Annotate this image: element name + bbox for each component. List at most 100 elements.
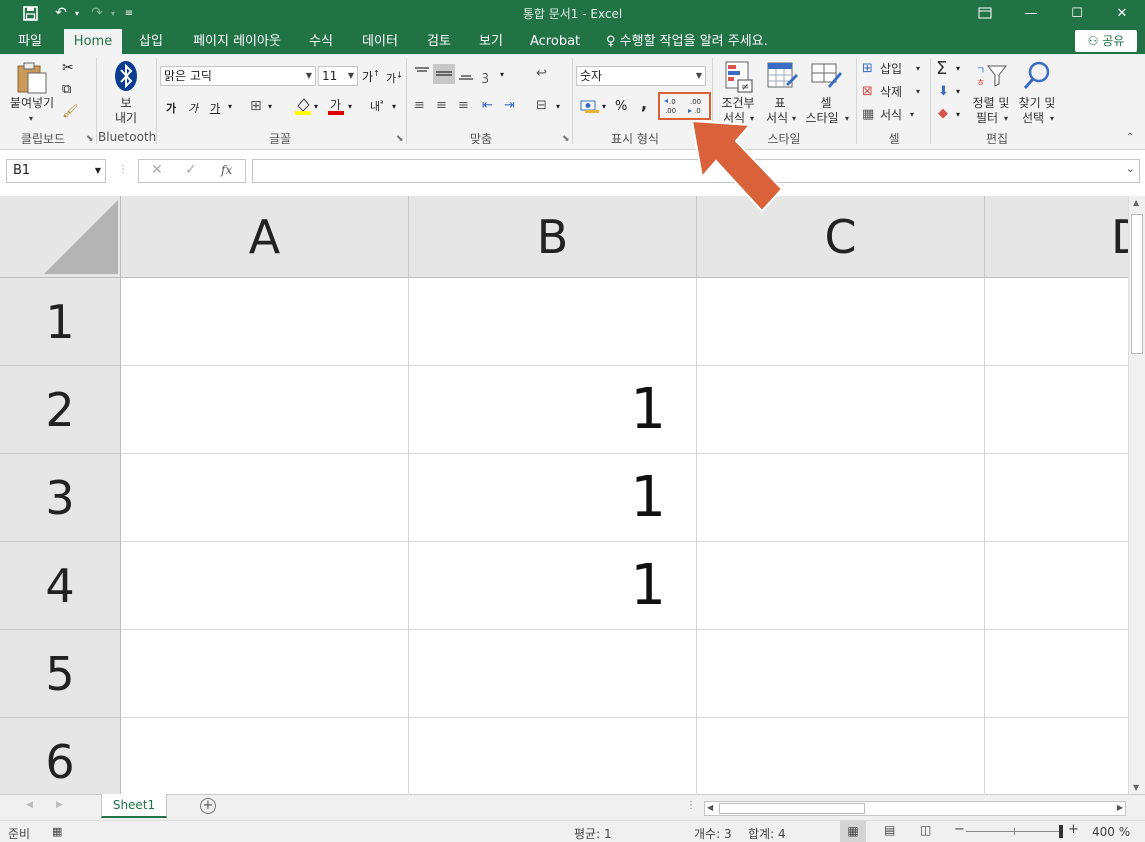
horizontal-scroll-thumb[interactable]	[719, 803, 865, 814]
format-as-table-icon[interactable]	[766, 60, 798, 95]
orientation-dropdown-icon[interactable]: ▾	[500, 70, 504, 79]
middle-align-icon[interactable]	[433, 64, 455, 84]
font-size-select[interactable]: 11 ▼	[318, 66, 358, 86]
find-select-icon[interactable]	[1022, 60, 1052, 95]
tab-data[interactable]: 데이터	[352, 29, 408, 54]
cell-C3[interactable]	[697, 454, 985, 542]
chevron-down-icon[interactable]: ▾	[908, 108, 916, 122]
cell-D3[interactable]	[985, 454, 1128, 542]
page-layout-view-icon[interactable]: ▤	[884, 823, 895, 837]
cut-icon[interactable]: ✂	[62, 60, 74, 76]
chevron-down-icon[interactable]: ▾	[1002, 112, 1010, 126]
add-sheet-icon[interactable]: +	[200, 798, 216, 814]
name-box[interactable]: B1 ▼	[6, 159, 106, 183]
zoom-slider-thumb[interactable]	[1059, 825, 1063, 838]
align-left-icon[interactable]: ≡	[414, 98, 425, 113]
cell-styles-line1[interactable]: 셀	[806, 96, 846, 110]
tab-home[interactable]: Home	[64, 29, 122, 54]
cell-C1[interactable]	[697, 278, 985, 366]
cell-C2[interactable]	[697, 366, 985, 454]
delete-cells-icon[interactable]: ⊠	[862, 84, 873, 99]
autosum-dropdown-icon[interactable]: ▾	[956, 64, 960, 73]
cell-C6[interactable]	[697, 718, 985, 794]
select-all-corner[interactable]	[0, 196, 121, 278]
cell-B3[interactable]: 1	[409, 454, 697, 542]
insert-cells-icon[interactable]: ⊞	[862, 61, 873, 76]
column-header[interactable]: B	[409, 196, 697, 278]
accounting-dropdown-icon[interactable]: ▾	[602, 102, 606, 111]
tab-splitter-icon[interactable]: ⋮	[686, 800, 696, 811]
clear-dropdown-icon[interactable]: ▾	[956, 110, 960, 119]
number-format-select[interactable]: 숫자 ▼	[576, 66, 706, 86]
clipboard-launcher-icon[interactable]: ⬊	[86, 134, 94, 144]
tell-me-box[interactable]: ♀ 수행할 작업을 알려 주세요.	[598, 29, 778, 54]
chevron-down-icon[interactable]: ▾	[790, 112, 798, 126]
cell-styles-line2[interactable]: 스타일	[800, 111, 844, 125]
percent-style-icon[interactable]: %	[615, 99, 627, 114]
cell-A2[interactable]	[121, 366, 409, 454]
paste-icon[interactable]	[14, 60, 50, 99]
share-button[interactable]: ⚇ 공유	[1075, 30, 1137, 52]
increase-font-icon[interactable]: 가↑	[362, 68, 380, 85]
fill-icon[interactable]: ⬇	[938, 84, 949, 99]
macro-record-icon[interactable]: ▦	[52, 825, 62, 838]
insert-function-icon[interactable]: fx	[221, 163, 232, 177]
phonetic-dropdown-icon[interactable]: ▾	[392, 102, 396, 111]
font-launcher-icon[interactable]: ⬊	[396, 134, 404, 144]
cell-D1[interactable]	[985, 278, 1128, 366]
conditional-formatting-icon[interactable]: ≠	[724, 60, 754, 97]
name-box-splitter[interactable]: ⋮	[118, 164, 128, 175]
phonetic-guide-icon[interactable]: 내ª	[370, 98, 383, 114]
cell-A5[interactable]	[121, 630, 409, 718]
cell-C5[interactable]	[697, 630, 985, 718]
scroll-right-icon[interactable]: ▶	[1117, 803, 1123, 812]
merge-center-icon[interactable]: ⊟	[536, 98, 547, 113]
row-header[interactable]: 3	[0, 454, 121, 542]
zoom-level[interactable]: 400 %	[1092, 825, 1130, 839]
tab-file[interactable]: 파일	[8, 29, 52, 54]
border-dropdown-icon[interactable]: ▾	[268, 102, 272, 111]
align-right-icon[interactable]: ≡	[458, 98, 469, 113]
chevron-down-icon[interactable]: ▾	[914, 62, 922, 76]
insert-cells-button[interactable]: 삽입	[880, 62, 910, 76]
normal-view-icon[interactable]: ▦	[840, 821, 866, 842]
tab-view[interactable]: 보기	[470, 29, 512, 54]
border-icon[interactable]: ⊞	[250, 98, 262, 114]
format-painter-icon[interactable]: 🖌	[62, 104, 79, 119]
chevron-down-icon[interactable]: ▾	[1048, 112, 1056, 126]
row-header[interactable]: 4	[0, 542, 121, 630]
row-header[interactable]: 5	[0, 630, 121, 718]
comma-style-icon[interactable]: ,	[641, 94, 647, 113]
increase-indent-icon[interactable]: ⇥	[504, 98, 515, 113]
tab-formulas[interactable]: 수식	[300, 29, 342, 54]
delete-cells-button[interactable]: 삭제	[880, 85, 910, 99]
bluetooth-icon[interactable]	[113, 60, 139, 95]
orientation-icon[interactable]: ꝫ	[482, 66, 489, 84]
cell-styles-icon[interactable]	[810, 60, 842, 95]
cell-B4[interactable]: 1	[409, 542, 697, 630]
column-header[interactable]: D	[985, 196, 1128, 278]
find-select-line2[interactable]: 선택	[1014, 111, 1052, 125]
paste-dropdown-icon[interactable]: ▾	[26, 112, 36, 126]
horizontal-scrollbar[interactable]: ◀ ▶	[704, 801, 1126, 816]
fill-color-dropdown-icon[interactable]: ▾	[314, 102, 318, 111]
font-name-select[interactable]: 맑은 고딕 ▼	[160, 66, 316, 86]
close-icon[interactable]: ✕	[1099, 0, 1145, 26]
alignment-launcher-icon[interactable]: ⬊	[562, 134, 570, 144]
ribbon-display-icon[interactable]	[962, 0, 1008, 26]
cell-B6[interactable]	[409, 718, 697, 794]
cell-D4[interactable]	[985, 542, 1128, 630]
autosum-icon[interactable]: Σ	[936, 58, 947, 79]
find-select-line1[interactable]: 찾기 및	[1014, 96, 1060, 110]
tab-insert[interactable]: 삽입	[130, 29, 172, 54]
bottom-align-icon[interactable]	[458, 66, 474, 85]
page-break-view-icon[interactable]: ◫	[920, 823, 931, 837]
next-sheet-icon[interactable]: ▶	[56, 800, 63, 810]
format-cells-icon[interactable]: ▦	[862, 107, 874, 122]
scroll-down-icon[interactable]: ▼	[1133, 783, 1139, 792]
decrease-indent-icon[interactable]: ⇤	[482, 98, 493, 113]
cell-D6[interactable]	[985, 718, 1128, 794]
italic-icon[interactable]: 가	[188, 100, 198, 116]
fill-color-icon[interactable]	[294, 96, 312, 119]
enter-icon[interactable]: ✓	[185, 162, 197, 178]
